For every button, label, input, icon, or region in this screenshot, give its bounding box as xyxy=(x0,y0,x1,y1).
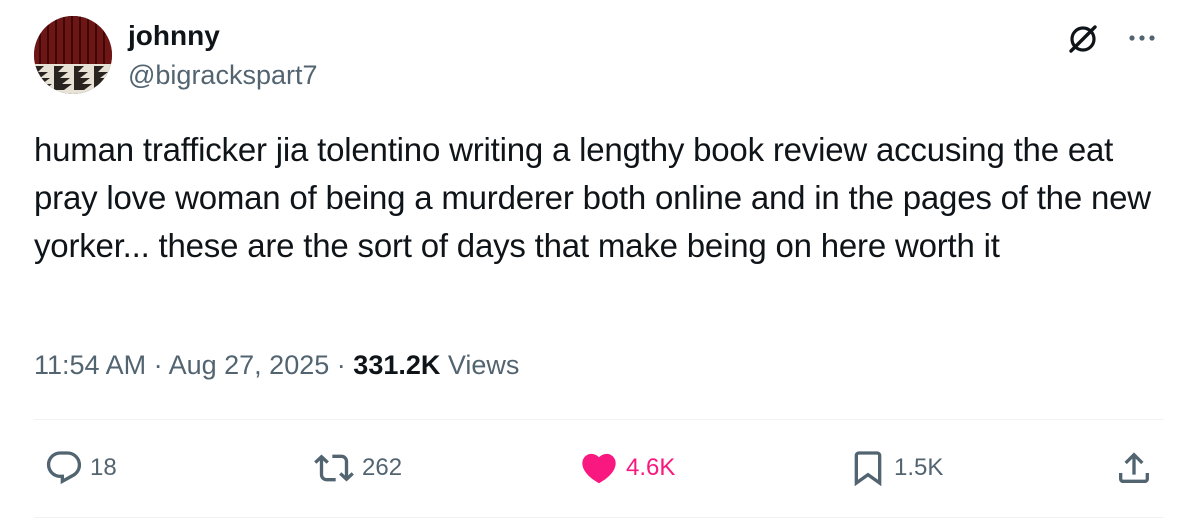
avatar-image xyxy=(34,16,112,94)
share-icon xyxy=(1119,452,1149,483)
more-icon[interactable] xyxy=(1124,26,1160,50)
reply-count: 18 xyxy=(90,454,117,481)
grok-icon[interactable] xyxy=(1066,22,1100,56)
like-button[interactable]: 4.6K xyxy=(578,448,675,488)
bookmark-icon xyxy=(854,451,882,487)
author-name[interactable]: johnny xyxy=(128,19,220,53)
tweet-meta: 11:54 AM · Aug 27, 2025 · 331.2K Views xyxy=(34,348,519,382)
author-handle[interactable]: @bigrackspart7 xyxy=(128,58,318,92)
meta-separator: · xyxy=(153,350,163,380)
bookmark-button[interactable]: 1.5K xyxy=(848,448,943,488)
reply-button[interactable]: 18 xyxy=(44,448,117,488)
meta-separator: · xyxy=(336,350,346,380)
reply-icon xyxy=(46,451,82,485)
share-button[interactable] xyxy=(1114,448,1154,488)
bookmark-count: 1.5K xyxy=(894,454,944,481)
heart-icon xyxy=(582,453,616,484)
divider xyxy=(34,517,1164,518)
views-label: Views xyxy=(447,350,520,380)
repost-icon xyxy=(314,454,354,482)
views-count: 331.2K xyxy=(353,350,441,380)
avatar[interactable] xyxy=(34,16,112,94)
divider xyxy=(34,419,1164,420)
like-count: 4.6K xyxy=(626,454,676,481)
repost-button[interactable]: 262 xyxy=(312,448,402,488)
repost-count: 262 xyxy=(362,454,403,481)
tweet-date[interactable]: Aug 27, 2025 xyxy=(169,350,330,380)
tweet-time[interactable]: 11:54 AM xyxy=(34,350,146,380)
tweet-text: human trafficker jia tolentino writing a… xyxy=(34,131,1151,264)
